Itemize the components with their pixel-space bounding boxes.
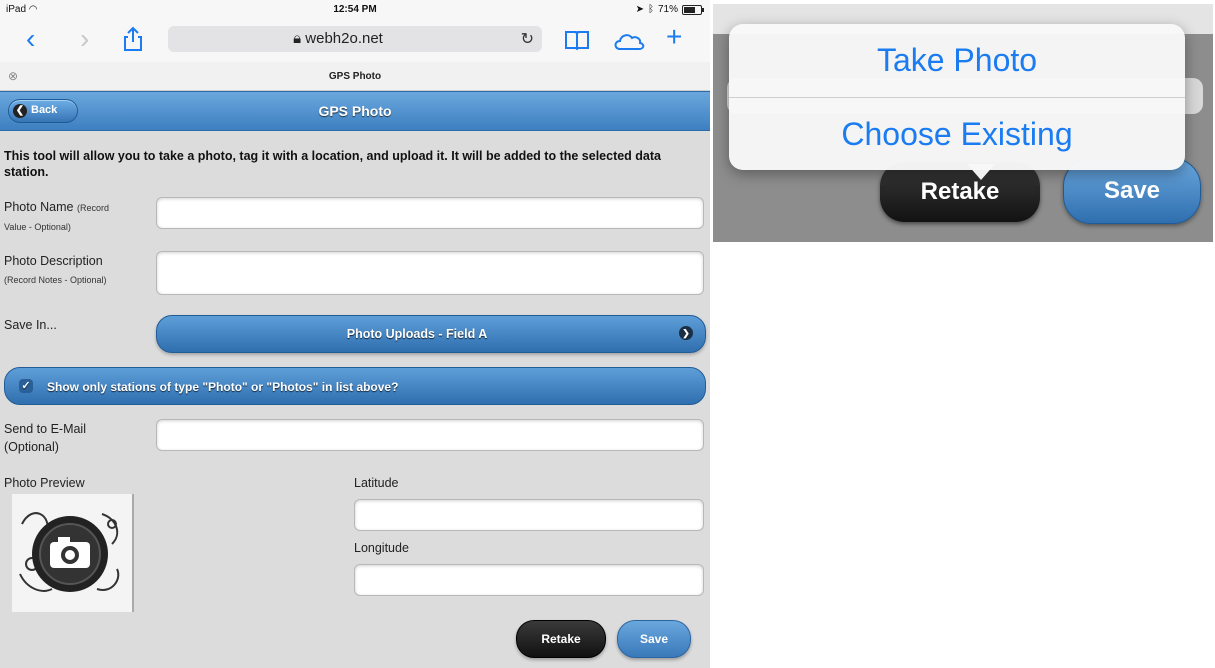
form-content: This tool will allow you to take a photo…	[0, 130, 710, 668]
ipad-screen: iPad ◠ 12:54 PM ➤ ᛒ 71% ‹ › 🔒︎ webh2o.ne…	[0, 0, 710, 668]
save-button[interactable]: Save	[617, 620, 691, 658]
battery-icon	[682, 4, 704, 15]
url-text: 🔒︎ webh2o.net	[293, 30, 383, 47]
photo-description-label: Photo Description (Record Notes - Option…	[4, 254, 107, 285]
latitude-input[interactable]	[354, 499, 704, 531]
photo-source-popover: Take Photo Choose Existing	[729, 24, 1185, 180]
new-tab-plus-icon[interactable]: +	[666, 22, 682, 52]
bluetooth-icon: ᛒ	[647, 4, 654, 15]
longitude-input[interactable]	[354, 564, 704, 596]
photo-description-input[interactable]	[156, 251, 704, 295]
popover-divider	[729, 97, 1185, 98]
reload-icon[interactable]: ↻	[521, 29, 534, 49]
page-title: GPS Photo	[318, 103, 392, 119]
retake-button[interactable]: Retake	[516, 620, 606, 658]
photo-preview-label: Photo Preview	[4, 476, 85, 490]
email-input[interactable]	[156, 419, 704, 451]
latitude-label: Latitude	[354, 476, 399, 490]
lock-icon: 🔒︎	[293, 30, 302, 47]
email-label: Send to E-Mail (Optional)	[4, 422, 86, 454]
photo-preview-image	[12, 494, 134, 612]
save-in-select[interactable]: Photo Uploads - Field A ❯	[156, 315, 706, 353]
photo-name-label: Photo Name (Record Value - Optional)	[4, 200, 109, 232]
station-filter-checkbox[interactable]: ✓ Show only stations of type "Photo" or …	[4, 367, 706, 405]
status-right: ➤ ᛒ 71%	[635, 4, 704, 15]
longitude-label: Longitude	[354, 541, 409, 555]
page-header: ❮ Back GPS Photo	[0, 91, 710, 131]
checkmark-icon: ✓	[19, 379, 33, 393]
browser-toolbar: ‹ › 🔒︎ webh2o.net ↻ +	[0, 18, 710, 62]
popover-arrow	[967, 164, 995, 180]
intro-text: This tool will allow you to take a photo…	[4, 149, 661, 179]
location-icon: ➤	[635, 4, 644, 15]
status-time: 12:54 PM	[333, 4, 377, 15]
take-photo-option[interactable]: Take Photo	[729, 42, 1185, 79]
forward-arrow-icon[interactable]: ›	[80, 24, 89, 54]
back-arrow-icon[interactable]: ‹	[26, 24, 35, 54]
save-in-label: Save In...	[4, 318, 57, 332]
tab-bar: ⊗ GPS Photo	[0, 62, 710, 91]
address-bar[interactable]: 🔒︎ webh2o.net ↻	[168, 26, 542, 52]
cloud-tabs-icon[interactable]	[612, 28, 646, 58]
battery-percent: 71%	[657, 4, 678, 15]
choose-existing-option[interactable]: Choose Existing	[729, 116, 1185, 153]
zoom-retake-button[interactable]: Retake	[880, 162, 1040, 222]
chevron-down-icon: ❯	[679, 326, 693, 340]
bookmarks-icon[interactable]	[564, 27, 590, 57]
status-bar: iPad ◠ 12:54 PM ➤ ᛒ 71%	[0, 0, 710, 18]
share-icon[interactable]	[122, 26, 144, 58]
zoomed-popover-view: Retake Save Take Photo Choose Existing	[713, 4, 1213, 242]
tab-title[interactable]: GPS Photo	[0, 71, 710, 82]
photo-name-input[interactable]	[156, 197, 704, 229]
